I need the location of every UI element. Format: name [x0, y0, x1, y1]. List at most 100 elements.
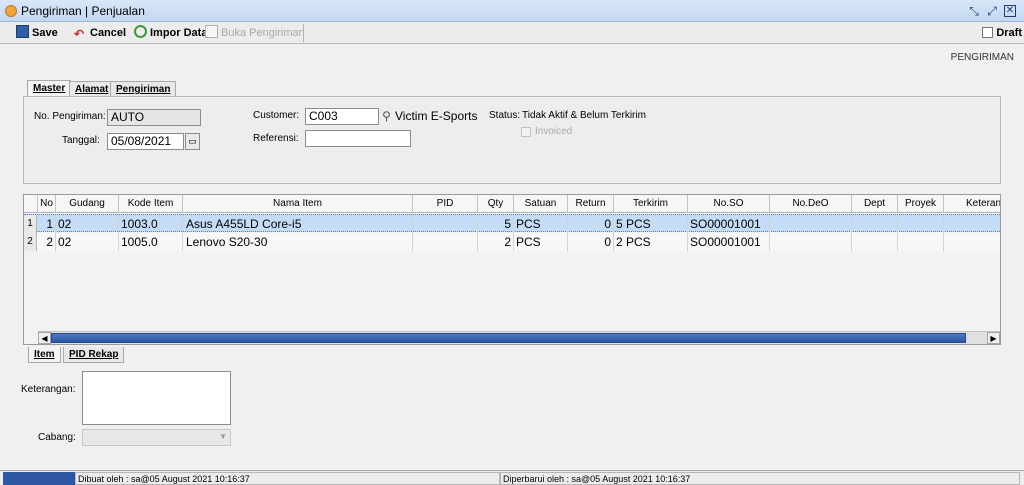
- no-pengiriman-field[interactable]: AUTO: [107, 109, 201, 126]
- col-header-no-so[interactable]: No.SO: [688, 195, 770, 213]
- updated-by-text: Diperbarui oleh : sa@05 August 2021 10:1…: [500, 472, 1020, 485]
- col-header-return[interactable]: Return: [568, 195, 614, 213]
- cell-pid[interactable]: [413, 215, 478, 233]
- window-title: Pengiriman | Penjualan: [21, 4, 145, 18]
- cell-terkirim[interactable]: 2 PCS: [614, 233, 688, 251]
- col-header-no[interactable]: No: [38, 195, 56, 213]
- close-icon[interactable]: ✕: [1004, 5, 1016, 17]
- cell-no[interactable]: 2: [38, 233, 56, 251]
- row-number: 1: [24, 215, 37, 233]
- page-label: PENGIRIMAN: [950, 52, 1014, 63]
- cell-dept[interactable]: [852, 215, 898, 233]
- tab-item[interactable]: Item: [28, 347, 61, 363]
- scroll-right-icon[interactable]: ▶: [987, 332, 1000, 344]
- cell-qty[interactable]: 2: [478, 233, 514, 251]
- tab-master[interactable]: Master: [27, 80, 72, 97]
- cell-no-so[interactable]: SO00001001: [688, 233, 770, 251]
- cell-satuan[interactable]: PCS: [514, 233, 568, 251]
- cell-pid[interactable]: [413, 233, 478, 251]
- status-value: Tidak Aktif & Belum Terkirim: [522, 110, 646, 121]
- cell-gudang[interactable]: 02: [56, 233, 119, 251]
- toolbar-separator: [303, 24, 304, 42]
- invoiced-label: Invoiced: [535, 126, 573, 137]
- status-bar: Dibuat oleh : sa@05 August 2021 10:16:37…: [0, 470, 1024, 485]
- maximize-icon[interactable]: ⤢: [984, 3, 1000, 19]
- chevron-down-icon: ▼: [219, 432, 227, 441]
- col-header-pid[interactable]: PID: [413, 195, 478, 213]
- window-titlebar: Pengiriman | Penjualan ⤡ ⤢ ✕: [0, 0, 1024, 22]
- cell-keterangan[interactable]: [944, 215, 1000, 233]
- app-icon: [5, 5, 17, 17]
- cell-gudang[interactable]: 02: [56, 215, 119, 233]
- no-pengiriman-label: No. Pengiriman:: [34, 111, 106, 122]
- customer-name: Victim E-Sports: [395, 109, 478, 123]
- cancel-button[interactable]: ↶ Cancel: [74, 25, 126, 41]
- table-row[interactable]: 1 1 02 1003.0 Asus A455LD Core-i5 5 PCS …: [24, 214, 1000, 233]
- col-header-no-deo[interactable]: No.DeO: [770, 195, 852, 213]
- customer-label: Customer:: [253, 110, 300, 121]
- col-header-terkirim[interactable]: Terkirim: [614, 195, 688, 213]
- search-icon[interactable]: ⚲: [379, 108, 394, 125]
- cell-proyek[interactable]: [898, 233, 944, 251]
- cancel-icon: ↶: [74, 27, 85, 41]
- checkbox-icon: [982, 27, 994, 38]
- col-header-nama-item[interactable]: Nama Item: [183, 195, 413, 213]
- scrollbar-thumb[interactable]: [51, 333, 966, 343]
- cell-terkirim[interactable]: 5 PCS: [614, 215, 688, 233]
- col-header-kode-item[interactable]: Kode Item: [119, 195, 183, 213]
- draft-checkbox[interactable]: Draft: [982, 27, 1022, 39]
- scroll-left-icon[interactable]: ◀: [38, 332, 51, 344]
- referensi-label: Referensi:: [253, 133, 299, 144]
- col-header-proyek[interactable]: Proyek: [898, 195, 944, 213]
- table-row[interactable]: 2 2 02 1005.0 Lenovo S20-30 2 PCS 0 2 PC…: [24, 233, 1000, 251]
- col-header-gudang[interactable]: Gudang: [56, 195, 119, 213]
- cabang-select[interactable]: ▼: [82, 429, 231, 446]
- tanggal-field[interactable]: 05/08/2021: [107, 133, 184, 150]
- created-by-text: Dibuat oleh : sa@05 August 2021 10:16:37: [75, 472, 500, 485]
- keterangan-textarea[interactable]: [82, 371, 231, 425]
- header-corner: [24, 195, 38, 213]
- cell-proyek[interactable]: [898, 215, 944, 233]
- row-number: 2: [24, 233, 37, 251]
- progress-indicator: [3, 472, 75, 485]
- cell-satuan[interactable]: PCS: [514, 215, 568, 233]
- referensi-field[interactable]: [305, 130, 411, 147]
- cabang-label: Cabang:: [38, 432, 76, 443]
- impor-data-button[interactable]: Impor Data: [134, 25, 207, 41]
- cell-nama-item[interactable]: Lenovo S20-30: [183, 233, 413, 251]
- col-header-keterangan[interactable]: Keterangan: [944, 195, 1000, 213]
- buka-pengiriman-button[interactable]: Buka Pengiriman: [205, 25, 305, 41]
- restore-icon[interactable]: ⤡: [966, 3, 982, 19]
- items-grid: No Gudang Kode Item Nama Item PID Qty Sa…: [23, 194, 1001, 345]
- keterangan-label: Keterangan:: [21, 384, 76, 395]
- customer-code-field[interactable]: C003: [305, 108, 379, 125]
- status-label: Status:: [489, 110, 521, 121]
- cell-nama-item[interactable]: Asus A455LD Core-i5: [183, 215, 413, 233]
- grid-header: No Gudang Kode Item Nama Item PID Qty Sa…: [24, 195, 1000, 213]
- cell-kode-item[interactable]: 1005.0: [119, 233, 183, 251]
- cell-keterangan[interactable]: [944, 233, 1000, 251]
- master-panel: No. Pengiriman: AUTO Tanggal: 05/08/2021…: [23, 96, 1001, 184]
- cell-kode-item[interactable]: 1003.0: [119, 215, 183, 233]
- col-header-qty[interactable]: Qty: [478, 195, 514, 213]
- import-icon: [134, 25, 147, 38]
- col-header-dept[interactable]: Dept: [852, 195, 898, 213]
- save-icon: [16, 25, 29, 38]
- cell-no-deo[interactable]: [770, 215, 852, 233]
- cell-return[interactable]: 0: [568, 215, 614, 233]
- col-header-satuan[interactable]: Satuan: [514, 195, 568, 213]
- cell-no[interactable]: 1: [38, 215, 56, 233]
- tanggal-label: Tanggal:: [62, 135, 100, 146]
- cell-qty[interactable]: 5: [478, 215, 514, 233]
- cell-no-deo[interactable]: [770, 233, 852, 251]
- document-icon: [205, 25, 218, 38]
- toolbar: Save ↶ Cancel Impor Data Buka Pengiriman …: [0, 22, 1024, 44]
- horizontal-scrollbar[interactable]: ◀ ▶: [38, 331, 1000, 344]
- cell-no-so[interactable]: SO00001001: [688, 215, 770, 233]
- cell-return[interactable]: 0: [568, 233, 614, 251]
- calendar-icon[interactable]: ▭: [185, 133, 200, 150]
- cell-dept[interactable]: [852, 233, 898, 251]
- invoiced-checkbox[interactable]: [521, 127, 531, 137]
- tab-pid-rekap[interactable]: PID Rekap: [63, 347, 125, 363]
- save-button[interactable]: Save: [16, 25, 58, 41]
